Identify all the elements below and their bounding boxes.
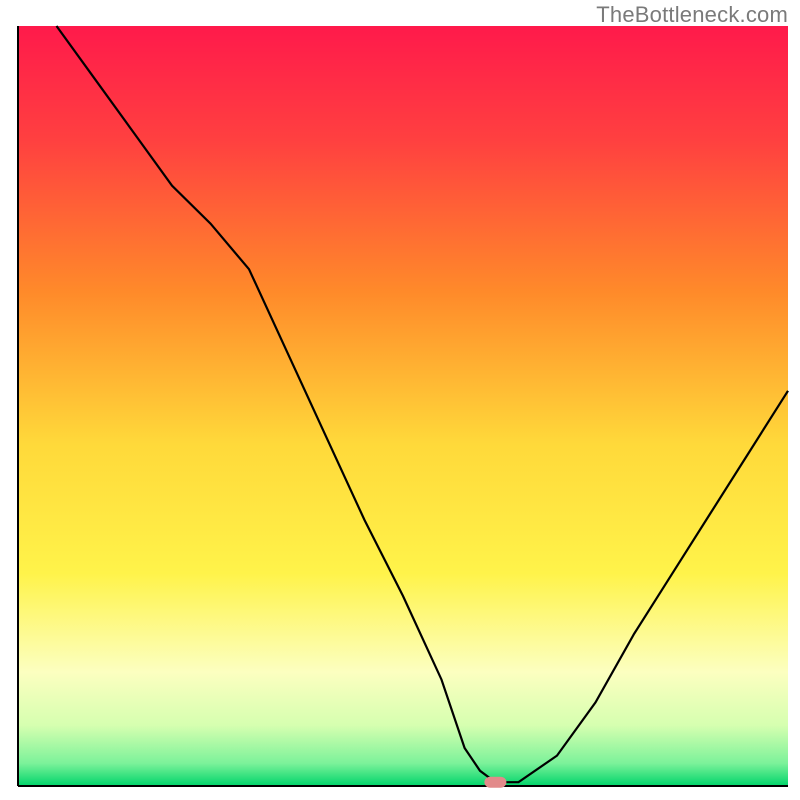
optimal-marker bbox=[484, 777, 506, 788]
bottleneck-chart bbox=[0, 0, 800, 800]
chart-background bbox=[18, 26, 788, 786]
